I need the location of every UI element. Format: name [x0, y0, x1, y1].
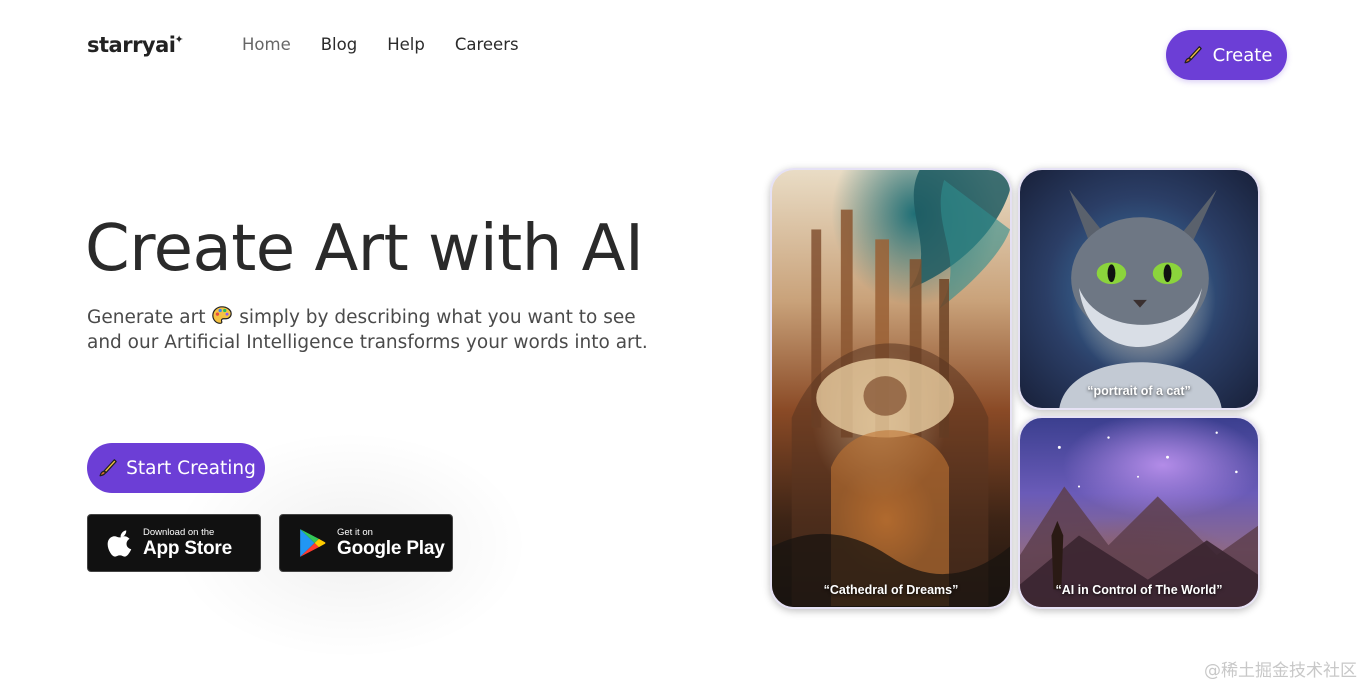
google-play-text: Get it on Google Play [337, 528, 445, 559]
google-play-big: Google Play [337, 538, 445, 560]
hero-subtitle-part1: Generate art [87, 307, 206, 328]
caption-cathedral: “Cathedral of Dreams” [823, 583, 959, 597]
app-store-text: Download on the App Store [143, 528, 232, 559]
nav-blog-link[interactable]: Blog [321, 35, 357, 54]
nav-help-link[interactable]: Help [387, 35, 425, 54]
gallery-card-space[interactable]: “AI in Control of The World” [1018, 416, 1260, 609]
start-creating-button[interactable]: Start Creating [87, 443, 265, 493]
space-artwork [1020, 431, 1258, 607]
caption-cat: “portrait of a cat” [1087, 384, 1191, 398]
google-play-small: Get it on [337, 526, 373, 538]
hero-subtitle: Generate art simply by describing what y… [87, 305, 667, 355]
hero-title: Create Art with AI [85, 212, 644, 286]
app-store-button[interactable]: Download on the App Store [87, 514, 261, 572]
gallery-card-cat[interactable]: “portrait of a cat” [1018, 168, 1260, 410]
logo[interactable]: starryai✦ [87, 33, 184, 57]
palette-emoji-icon [212, 306, 233, 324]
nav-careers-link[interactable]: Careers [455, 35, 519, 54]
gallery-card-cathedral[interactable]: “Cathedral of Dreams” [770, 168, 1012, 609]
nav-home-link[interactable]: Home [242, 35, 291, 54]
page: starryai✦ Home Blog Help Careers Create … [0, 0, 1365, 687]
cat-artwork [1059, 189, 1222, 408]
start-creating-label: Start Creating [126, 457, 256, 479]
logo-spark-icon: ✦ [174, 33, 184, 46]
apple-logo-icon [107, 530, 132, 557]
app-store-big: App Store [143, 538, 232, 560]
app-store-small: Download on the [143, 526, 215, 538]
google-play-button[interactable]: Get it on Google Play [279, 514, 453, 572]
paintbrush-icon [1184, 46, 1202, 64]
watermark: @稀土掘金技术社区 [1204, 661, 1357, 681]
caption-space: “AI in Control of The World” [1055, 583, 1223, 597]
paintbrush-icon [99, 459, 117, 477]
create-button-label: Create [1212, 44, 1273, 66]
cathedral-artwork [772, 170, 1010, 607]
main-nav: Home Blog Help Careers [242, 35, 519, 54]
logo-text: starryai [87, 33, 176, 57]
google-play-logo-icon [300, 529, 326, 557]
create-button[interactable]: Create [1166, 30, 1287, 80]
